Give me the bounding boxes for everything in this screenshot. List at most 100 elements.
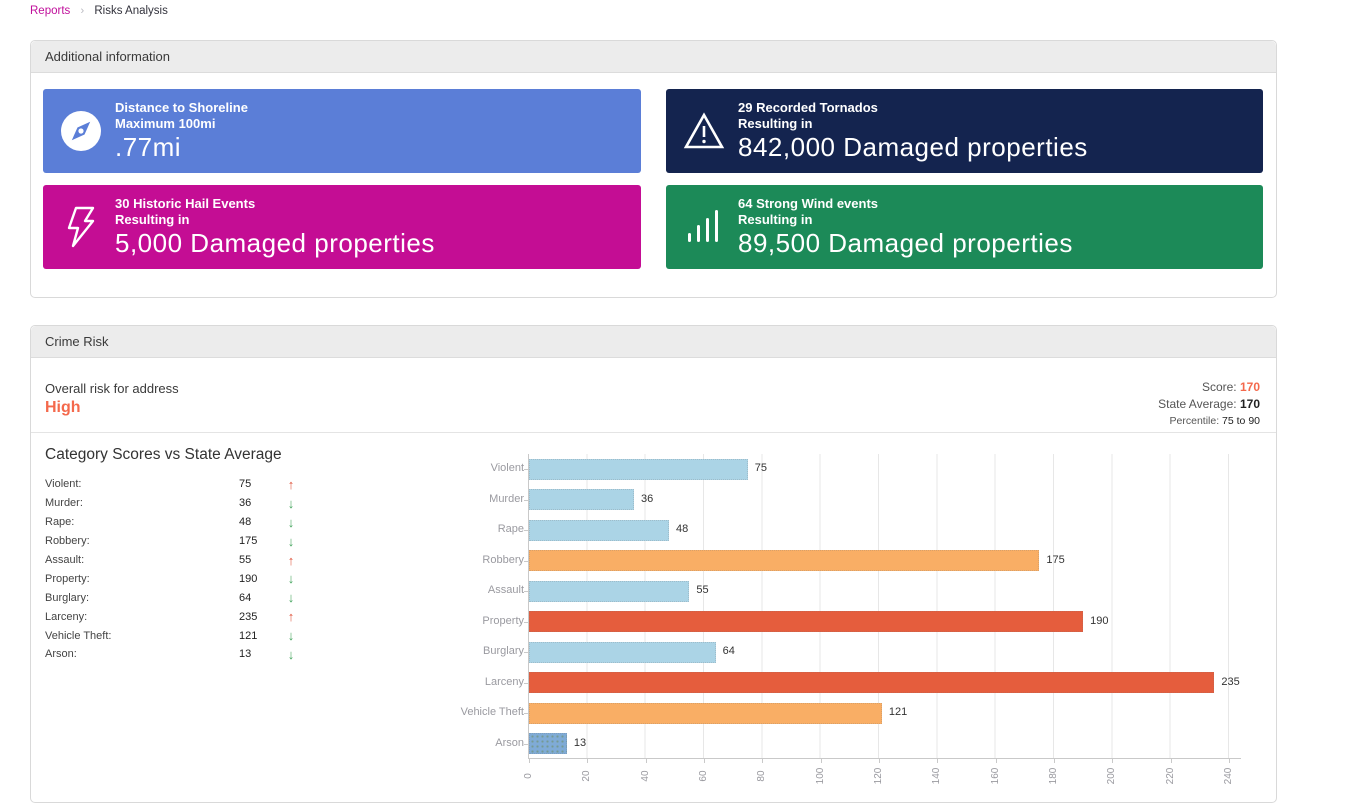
score-row-value: 36 — [239, 497, 281, 509]
score-row-label: Murder: — [45, 497, 239, 509]
score-label: Score: — [1202, 380, 1237, 394]
card-value: 842,000 Damaged properties — [738, 132, 1088, 162]
card-line1: Distance to Shoreline — [115, 100, 248, 116]
score-row-label: Burglary: — [45, 592, 239, 604]
x-axis-tick — [1229, 759, 1230, 763]
score-row-label: Larceny: — [45, 611, 239, 623]
x-axis-tick-label: 100 — [815, 764, 827, 788]
card-line2: Maximum 100mi — [115, 116, 248, 132]
card-line1: 30 Historic Hail Events — [115, 196, 435, 212]
shoreline-card: Distance to Shoreline Maximum 100mi .77m… — [43, 89, 641, 173]
score-row: Murder:36↓ — [45, 494, 325, 513]
score-row-label: Vehicle Theft: — [45, 630, 239, 642]
bar-chart-icon — [678, 205, 730, 249]
score-row: Property:190↓ — [45, 569, 325, 588]
additional-information-panel: Additional information Distance to Shore… — [30, 40, 1277, 298]
overall-risk-value: High — [45, 399, 81, 417]
chart-bar-value: 36 — [641, 493, 653, 505]
x-axis-tick — [937, 759, 938, 763]
x-axis-tick-label: 160 — [990, 764, 1002, 788]
trend-down-icon: ↓ — [281, 628, 301, 643]
trend-down-icon: ↓ — [281, 515, 301, 530]
chart-bar-value: 190 — [1090, 615, 1108, 627]
score-row-value: 235 — [239, 611, 281, 623]
score-row-label: Rape: — [45, 516, 239, 528]
compass-icon — [55, 110, 107, 152]
breadcrumb-link-reports[interactable]: Reports — [30, 5, 70, 17]
category-scores-list: Violent:75↑Murder:36↓Rape:48↓Robbery:175… — [45, 475, 325, 664]
percentile-label: Percentile: — [1170, 415, 1220, 427]
chart-category-label: Robbery — [414, 554, 524, 566]
score-value: 170 — [1240, 380, 1260, 394]
score-row-value: 190 — [239, 573, 281, 585]
score-summary: Score: 170 State Average: 170 Percentile… — [1158, 379, 1260, 430]
x-axis-tick-label: 180 — [1048, 764, 1060, 788]
x-axis-tick — [1054, 759, 1055, 763]
chart-bar-value: 48 — [676, 523, 688, 535]
x-axis-tick-label: 40 — [640, 764, 652, 788]
chart-bar-murder — [529, 489, 634, 510]
breadcrumb-current: Risks Analysis — [94, 5, 168, 17]
category-scores-bar-chart: Violent75Murder36Rape48Robbery175Assault… — [461, 454, 1273, 799]
x-axis-tick — [762, 759, 763, 763]
chart-bar-robbery — [529, 550, 1039, 571]
x-axis-tick-label: 240 — [1223, 764, 1235, 788]
x-axis-tick — [996, 759, 997, 763]
chart-bar-assault — [529, 581, 689, 602]
trend-down-icon: ↓ — [281, 534, 301, 549]
score-row-value: 75 — [239, 478, 281, 490]
score-row: Vehicle Theft:121↓ — [45, 626, 325, 645]
x-axis-tick-label: 20 — [581, 764, 593, 788]
chart-bar-value: 13 — [574, 737, 586, 749]
chart-bar-value: 175 — [1046, 554, 1064, 566]
x-axis-tick-label: 120 — [873, 764, 885, 788]
state-average-line: State Average: 170 — [1158, 396, 1260, 413]
score-line: Score: 170 — [1158, 379, 1260, 396]
percentile-line: Percentile: 75 to 90 — [1158, 413, 1260, 430]
card-value: .77mi — [115, 132, 248, 162]
score-row-label: Property: — [45, 573, 239, 585]
score-row: Robbery:175↓ — [45, 532, 325, 551]
chevron-right-icon: › — [80, 5, 84, 17]
x-axis-tick — [1171, 759, 1172, 763]
score-row: Arson:13↓ — [45, 645, 325, 664]
percentile-value: 75 to 90 — [1222, 415, 1260, 427]
card-line2: Resulting in — [738, 116, 1088, 132]
card-line1: 64 Strong Wind events — [738, 196, 1073, 212]
lightning-bolt-icon — [55, 205, 107, 249]
chart-category-label: Arson — [414, 737, 524, 749]
chart-category-label: Larceny — [414, 676, 524, 688]
chart-bar-property — [529, 611, 1083, 632]
chart-category-label: Vehicle Theft — [414, 706, 524, 718]
category-scores-title: Category Scores vs State Average — [45, 446, 282, 464]
score-row-value: 175 — [239, 535, 281, 547]
chart-bar-value: 64 — [723, 645, 735, 657]
chart-category-label: Assault — [414, 584, 524, 596]
card-value: 89,500 Damaged properties — [738, 228, 1073, 258]
trend-down-icon: ↓ — [281, 647, 301, 662]
hail-card: 30 Historic Hail Events Resulting in 5,0… — [43, 185, 641, 269]
chart-bar-violent — [529, 459, 748, 480]
chart-bar-value: 75 — [755, 462, 767, 474]
x-axis-tick — [646, 759, 647, 763]
x-axis-tick-label: 140 — [931, 764, 943, 788]
trend-down-icon: ↓ — [281, 496, 301, 511]
score-row-value: 55 — [239, 554, 281, 566]
state-average-value: 170 — [1240, 397, 1260, 411]
x-axis-tick — [587, 759, 588, 763]
score-row-label: Arson: — [45, 648, 239, 660]
score-row: Violent:75↑ — [45, 475, 325, 494]
state-average-label: State Average: — [1158, 397, 1237, 411]
trend-up-icon: ↑ — [281, 553, 301, 568]
panel-title: Crime Risk — [31, 326, 1276, 358]
x-axis-tick-label: 220 — [1165, 764, 1177, 788]
chart-bar-rape — [529, 520, 669, 541]
chart-category-label: Murder — [414, 493, 524, 505]
score-row: Burglary:64↓ — [45, 588, 325, 607]
trend-up-icon: ↑ — [281, 609, 301, 624]
trend-down-icon: ↓ — [281, 571, 301, 586]
x-axis-tick-label: 60 — [698, 764, 710, 788]
card-line2: Resulting in — [738, 212, 1073, 228]
chart-category-label: Violent — [414, 462, 524, 474]
x-axis-tick-label: 0 — [523, 764, 535, 788]
